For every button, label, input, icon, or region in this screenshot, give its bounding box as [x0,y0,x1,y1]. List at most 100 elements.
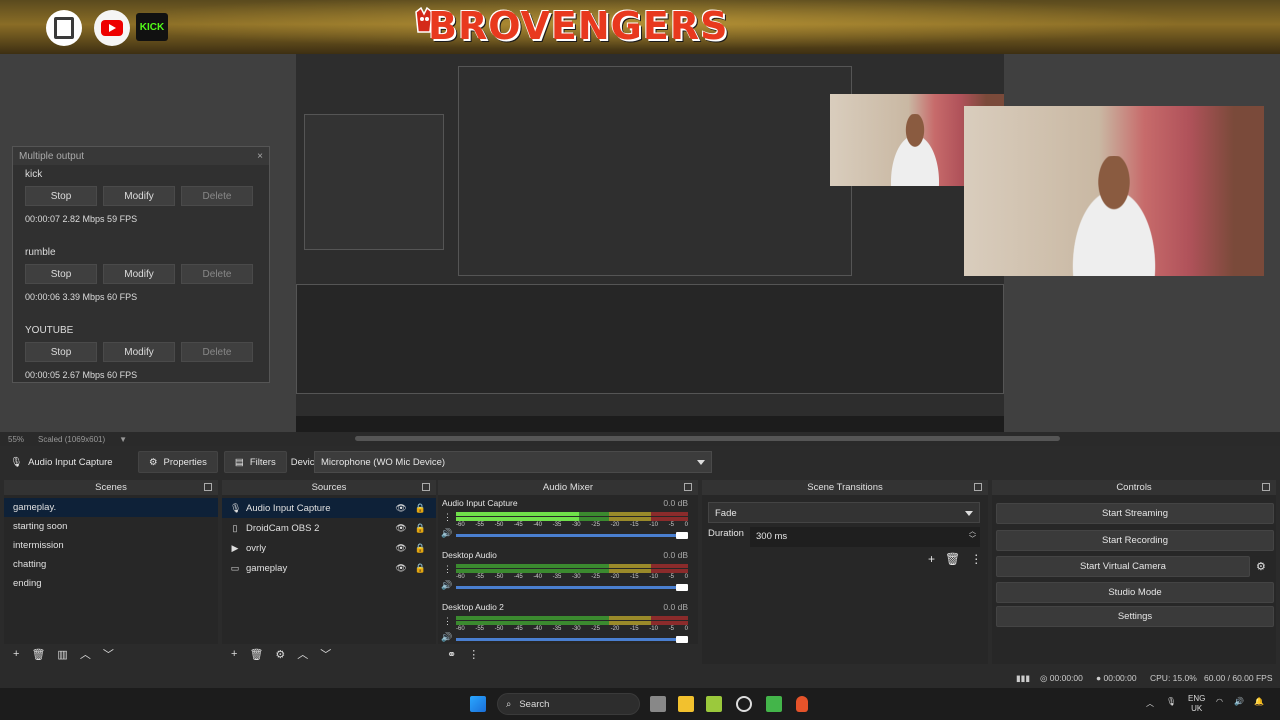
filter-icon: ▤ [234,456,244,468]
chevron-up-icon[interactable]: ︿ [297,646,308,662]
gear-icon[interactable]: ⚙ [275,648,285,661]
lock-icon[interactable]: 🔒 [415,503,426,514]
eye-icon[interactable]: 👁 [395,503,406,514]
add-icon[interactable]: + [928,552,935,566]
delete-button[interactable]: Delete [181,186,253,206]
studio-mode-button[interactable]: Studio Mode [996,582,1274,603]
lock-icon[interactable]: 🔒 [415,523,426,534]
source-item[interactable]: ▭ gameplay 👁 🔒 [222,558,436,578]
eye-icon[interactable]: 👁 [395,563,406,574]
scene-item[interactable]: gameplay. [4,498,218,517]
preview-canvas[interactable] [296,54,1004,432]
notepad-icon[interactable] [706,696,722,712]
stop-button[interactable]: Stop [25,264,97,284]
app-icon[interactable] [766,696,782,712]
dock-float-icon[interactable] [204,483,212,491]
more-icon[interactable]: ⋮ [468,648,479,661]
wifi-icon[interactable]: ◠ [1216,697,1223,706]
start-recording-button[interactable]: Start Recording [996,530,1274,551]
duration-input[interactable]: 300 ms ︿ ﹀ [750,527,980,547]
windows-start-icon[interactable] [470,696,486,712]
more-icon[interactable]: ⋮ [443,564,452,575]
start-streaming-button[interactable]: Start Streaming [996,503,1274,524]
slider-knob[interactable] [676,584,688,591]
filter-icon[interactable]: ▥ [57,648,67,661]
chevron-down-icon[interactable]: ▼ [119,435,127,444]
lock-icon[interactable]: 🔒 [415,563,426,574]
gear-icon[interactable]: ⚙ [1256,560,1266,573]
preview-scrollbar[interactable] [355,436,1060,441]
volume-slider[interactable] [456,584,688,591]
stream-banner: KICK BROVENGERS [0,0,1280,54]
settings-button[interactable]: Settings [996,606,1274,627]
modify-button[interactable]: Modify [103,264,175,284]
link-icon[interactable]: ⚭ [447,648,456,661]
device-select[interactable]: Microphone (WO Mic Device) [314,451,712,473]
start-virtual-camera-button[interactable]: Start Virtual Camera [996,556,1250,577]
delete-button[interactable]: Delete [181,264,253,284]
dock-float-icon[interactable] [1262,483,1270,491]
taskbar-search[interactable]: ⌕ Search [497,693,640,715]
more-icon[interactable]: ⋮ [443,512,452,523]
volume-slider[interactable] [456,636,688,643]
more-icon[interactable]: ⋮ [443,616,452,627]
slider-knob[interactable] [676,532,688,539]
tick-label: -20 [610,626,620,632]
eye-icon[interactable]: 👁 [395,523,406,534]
scene-item[interactable]: intermission [4,536,218,555]
volume-icon[interactable]: 🔊 [441,580,452,591]
tick-label: 0 [684,522,688,528]
lock-icon[interactable]: 🔒 [415,543,426,554]
add-icon[interactable]: + [13,648,19,660]
volume-icon[interactable]: 🔊 [1234,697,1244,706]
dock-float-icon[interactable] [974,483,982,491]
fps-counter: 60.00 / 60.00 FPS [1204,673,1273,683]
transition-select[interactable]: Fade [708,502,980,523]
source-item[interactable]: ▶ ovrly 👁 🔒 [222,538,436,558]
sources-toolbar: + 🗑 ⚙ ︿ ﹀ [222,644,436,664]
dock-float-icon[interactable] [422,483,430,491]
tick-label: -25 [591,522,600,528]
trash-icon[interactable]: 🗑 [249,648,263,661]
spinner-icon[interactable]: ︿ ﹀ [969,528,976,544]
scene-item[interactable]: chatting [4,555,218,574]
add-icon[interactable]: + [231,648,237,660]
delete-button[interactable]: Delete [181,342,253,362]
slider-knob[interactable] [676,636,688,643]
volume-slider[interactable] [456,532,688,539]
volume-icon[interactable]: 🔊 [441,632,452,643]
mic-icon[interactable]: 🎙 [1166,697,1176,706]
modify-button[interactable]: Modify [103,186,175,206]
eye-icon[interactable]: 👁 [395,543,406,554]
file-explorer-icon[interactable] [678,696,694,712]
language-indicator[interactable]: ENG UK [1188,694,1205,714]
trash-icon[interactable]: 🗑 [945,552,960,566]
task-view-icon[interactable] [650,696,666,712]
obs-icon[interactable] [736,696,752,712]
chevron-down-icon[interactable]: ﹀ [103,646,114,662]
mic-app-icon[interactable] [796,696,808,712]
stop-button[interactable]: Stop [25,342,97,362]
close-icon[interactable]: × [257,151,263,162]
trash-icon[interactable]: 🗑 [31,648,45,661]
more-icon[interactable]: ⋮ [970,552,982,566]
channel-name: Desktop Audio 2 [442,602,504,612]
source-item[interactable]: ▯ DroidCam OBS 2 👁 🔒 [222,518,436,538]
scene-item[interactable]: ending [4,574,218,593]
stop-button[interactable]: Stop [25,186,97,206]
volume-icon[interactable]: 🔊 [441,528,452,539]
chevron-up-icon[interactable]: ︿ [1146,698,1154,709]
filters-button[interactable]: ▤ Filters [223,451,287,473]
scale-info: Scaled (1069x601) [38,434,106,444]
zoom-level[interactable]: 55% [8,435,24,444]
scene-item[interactable]: starting soon [4,517,218,536]
tick-label: -40 [533,574,542,580]
properties-button[interactable]: ⚙ Properties [138,451,218,473]
notification-icon[interactable]: 🔔 [1254,697,1264,706]
dock-float-icon[interactable] [684,483,692,491]
source-item[interactable]: 🎙 Audio Input Capture 👁 🔒 [222,498,436,518]
chevron-up-icon[interactable]: ︿ [80,646,91,662]
rec-time: ● 00:00:00 [1096,673,1137,683]
chevron-down-icon[interactable]: ﹀ [320,646,331,662]
modify-button[interactable]: Modify [103,342,175,362]
